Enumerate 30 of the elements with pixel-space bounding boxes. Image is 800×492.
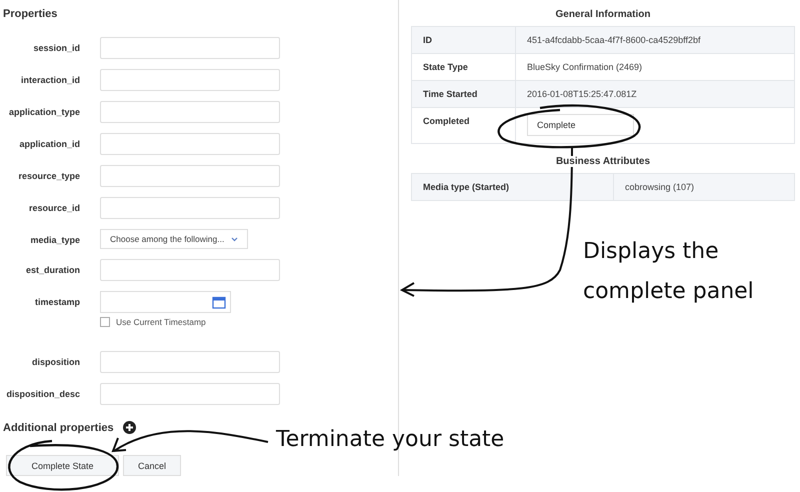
complete-button[interactable]: Complete [527,114,634,136]
field-label: est_duration [24,264,80,275]
field-label: timestamp [34,296,80,307]
field-label: disposition [31,356,80,367]
field-label: resource_type [17,170,80,181]
field-label: application_type [8,106,80,117]
field-label: disposition_desc [5,388,80,399]
table-cell: Media type (Started) [412,174,614,200]
checkbox-label: Use Current Timestamp [116,317,206,327]
complete-button[interactable]: Complete State [6,455,119,476]
field-label: interaction_id [20,74,80,85]
section-title: General Information [554,9,652,20]
table-cell-text: cobrowsing (107) [624,181,694,194]
dropdown[interactable]: Choose among the following... [100,229,248,249]
table-cell: Completed [412,108,516,143]
table-cell: ID [412,27,516,53]
field-label: media_type [29,234,80,245]
field-label: session_id [32,42,80,53]
annotation-text: Terminate your state [276,426,504,454]
field-label: application_id [18,138,80,149]
table-cell: 451-a4fcdabb-5caa-4f7f-8600-ca4529bff2bf [527,35,700,45]
section-title: Business Attributes [554,156,652,167]
table-cell: Time Started [412,81,516,107]
section-title: Properties [3,8,58,20]
table-cell: 2016-01-08T15:25:47.081Z [527,89,637,99]
cancel-button[interactable]: Cancel [123,455,181,476]
annotation-text: Displays the complete panel [583,238,755,306]
section-title: Additional properties [3,422,114,434]
table-cell: BlueSky Confirmation (2469) [527,62,642,72]
field-label: resource_id [28,202,80,213]
